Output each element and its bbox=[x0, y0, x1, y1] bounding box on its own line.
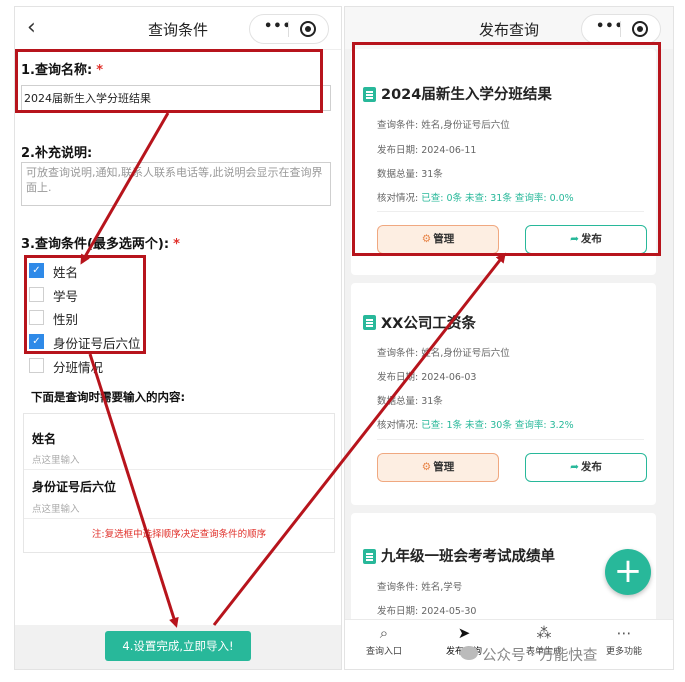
checkbox-unchecked-icon[interactable] bbox=[29, 287, 44, 302]
publish-button[interactable]: ➦ 发布 bbox=[525, 453, 647, 482]
checkbox-checked-icon[interactable]: ✓ bbox=[29, 334, 44, 349]
checkbox-label: 身份证号后六位 bbox=[53, 336, 141, 351]
capsule-divider bbox=[620, 21, 621, 37]
tab-more-features[interactable]: ⋯ 更多功能 bbox=[587, 624, 661, 657]
order-note: 注:复选框中选择顺序决定查询条件的顺序 bbox=[91, 529, 267, 540]
gear-icon: ⚙ bbox=[421, 461, 432, 473]
check-prefix: 核对情况: bbox=[377, 420, 419, 431]
watermark: 公众号 · 万能快查 bbox=[482, 648, 598, 664]
gear-icon: ⚙ bbox=[421, 233, 432, 245]
query-inputs-preview: 姓名 点这里输入 身份证号后六位 点这里输入 注:复选框中选择顺序决定查询条件的… bbox=[23, 413, 335, 553]
document-icon bbox=[363, 549, 376, 564]
publish-button[interactable]: ➦ 发布 bbox=[525, 225, 647, 254]
card-conditions: 查询条件: 姓名,学号 bbox=[377, 582, 463, 593]
divider bbox=[24, 518, 334, 519]
check-prefix: 核对情况: bbox=[377, 193, 419, 204]
query-card: 2024届新生入学分班结果 查询条件: 姓名,身份证号后六位 发布日期: 202… bbox=[351, 49, 656, 275]
bottom-action-bar: 4.设置完成,立即导入! bbox=[15, 625, 341, 669]
checkbox-label: 分班情况 bbox=[53, 360, 104, 375]
manage-label: 管理 bbox=[433, 233, 455, 245]
card-date: 发布日期: 2024-06-11 bbox=[377, 145, 477, 156]
input-label-id-last-six: 身份证号后六位 bbox=[32, 480, 117, 494]
nav-bar: ‹ 查询条件 ••• bbox=[15, 7, 341, 50]
card-check-status: 核对情况: 已查: 1条 未查: 30条 查询率: 3.2% bbox=[377, 417, 574, 431]
card-total: 数据总量: 31条 bbox=[377, 396, 443, 407]
document-icon bbox=[363, 315, 376, 330]
tab-label: 查询入口 bbox=[365, 647, 402, 657]
card-title[interactable]: XX公司工资条 bbox=[381, 312, 476, 333]
required-mark: * bbox=[173, 237, 180, 252]
divider bbox=[377, 439, 644, 440]
more-icon: ⋯ bbox=[616, 624, 632, 642]
query-name-input[interactable]: 2024届新生入学分班结果 bbox=[21, 85, 331, 111]
query-card: XX公司工资条 查询条件: 姓名,身份证号后六位 发布日期: 2024-06-0… bbox=[351, 283, 656, 505]
import-button[interactable]: 4.设置完成,立即导入! bbox=[105, 631, 251, 661]
close-target-icon[interactable] bbox=[632, 21, 648, 37]
input-placeholder-name[interactable]: 点这里输入 bbox=[32, 452, 80, 466]
wechat-logo-icon bbox=[460, 646, 478, 660]
check-stats: 已查: 1条 未查: 30条 查询率: 3.2% bbox=[421, 420, 574, 431]
checkbox-unchecked-icon[interactable] bbox=[29, 358, 44, 373]
card-conditions: 查询条件: 姓名,身份证号后六位 bbox=[377, 120, 510, 131]
checkbox-checked-icon[interactable]: ✓ bbox=[29, 263, 44, 278]
miniprogram-capsule: ••• bbox=[249, 14, 329, 44]
input-placeholder-id-last-six[interactable]: 点这里输入 bbox=[32, 501, 80, 515]
card-check-status: 核对情况: 已查: 0条 未查: 31条 查询率: 0.0% bbox=[377, 190, 574, 204]
nav-bar: 发布查询 ••• bbox=[345, 7, 673, 49]
publish-label: 发布 bbox=[580, 461, 602, 473]
checkbox-label: 性别 bbox=[53, 312, 79, 327]
manage-button[interactable]: ⚙ 管理 bbox=[377, 225, 499, 254]
checkbox-label: 学号 bbox=[53, 289, 79, 304]
description-textarea[interactable]: 可放查询说明,通知,联系人联系电话等,此说明会显示在查询界面上. bbox=[21, 162, 331, 206]
card-date: 发布日期: 2024-06-03 bbox=[377, 372, 477, 383]
miniprogram-capsule: ••• bbox=[581, 14, 661, 44]
inputs-heading: 下面是查询时需要输入的内容: bbox=[31, 390, 186, 404]
tab-label: 更多功能 bbox=[605, 647, 642, 657]
card-title[interactable]: 2024届新生入学分班结果 bbox=[381, 83, 552, 104]
search-icon: ⌕ bbox=[379, 624, 389, 642]
capsule-divider bbox=[288, 21, 289, 37]
tab-query-entry[interactable]: ⌕ 查询入口 bbox=[347, 624, 421, 657]
query-name-label: 1.查询名称: * bbox=[21, 63, 103, 78]
publish-label: 发布 bbox=[580, 233, 602, 245]
checkbox-label: 姓名 bbox=[53, 265, 79, 280]
query-conditions-screen: ‹ 查询条件 ••• 1.查询名称: * 2024届新生入学分班结果 2.补充说明… bbox=[14, 6, 342, 670]
close-target-icon[interactable] bbox=[300, 21, 316, 37]
paper-plane-icon: ➤ bbox=[457, 624, 471, 642]
required-mark: * bbox=[96, 63, 103, 78]
checkbox-unchecked-icon[interactable] bbox=[29, 310, 44, 325]
conditions-label: 3.查询条件(最多选两个): * bbox=[21, 237, 180, 252]
share-arrow-icon: ➦ bbox=[570, 461, 579, 473]
input-label-name: 姓名 bbox=[32, 432, 57, 446]
share-arrow-icon: ➦ bbox=[570, 233, 579, 245]
hierarchy-icon: ⁂ bbox=[536, 624, 552, 642]
divider bbox=[377, 211, 644, 212]
document-icon bbox=[363, 87, 376, 102]
card-title[interactable]: 九年级一班会考考试成绩单 bbox=[381, 545, 555, 566]
add-query-fab[interactable]: + bbox=[605, 549, 651, 595]
card-total: 数据总量: 31条 bbox=[377, 169, 443, 180]
description-label: 2.补充说明: bbox=[21, 146, 93, 161]
card-date: 发布日期: 2024-05-30 bbox=[377, 606, 477, 617]
publish-query-screen: 发布查询 ••• 2024届新生入学分班结果 查询条件: 姓名,身份证号后六位 … bbox=[344, 6, 674, 670]
manage-label: 管理 bbox=[433, 461, 455, 473]
divider bbox=[24, 469, 334, 470]
card-conditions: 查询条件: 姓名,身份证号后六位 bbox=[377, 348, 510, 359]
manage-button[interactable]: ⚙ 管理 bbox=[377, 453, 499, 482]
check-stats: 已查: 0条 未查: 31条 查询率: 0.0% bbox=[421, 193, 574, 204]
